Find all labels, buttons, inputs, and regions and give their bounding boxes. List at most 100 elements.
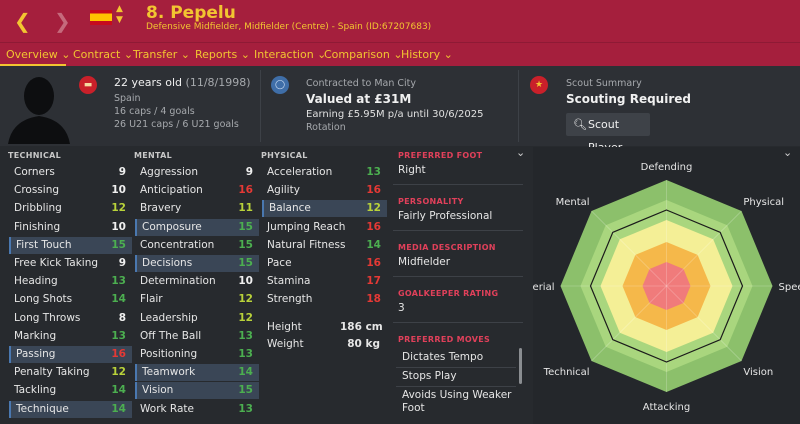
preferred-foot-label: PREFERRED FOOT bbox=[398, 151, 483, 160]
attribute-row-pace[interactable]: Pace 16 bbox=[262, 255, 387, 272]
attribute-row-dribbling[interactable]: Dribbling 12 bbox=[9, 200, 132, 217]
divider bbox=[393, 322, 523, 323]
contract-club[interactable]: Contracted to Man City bbox=[306, 78, 416, 89]
attribute-row-heading[interactable]: Heading 13 bbox=[9, 273, 132, 290]
attribute-value: 10 bbox=[238, 275, 253, 288]
media-description: Midfielder bbox=[398, 256, 451, 268]
prev-next-player-icon[interactable]: ▲ ▼ bbox=[116, 4, 123, 26]
search-icon: 🔍︎ bbox=[573, 118, 587, 131]
attribute-name: Flair bbox=[140, 293, 163, 306]
attribute-row-leadership[interactable]: Leadership 12 bbox=[135, 310, 259, 327]
player-nation[interactable]: Spain bbox=[114, 93, 141, 104]
attribute-row-jumping-reach[interactable]: Jumping Reach 16 bbox=[262, 219, 387, 236]
moves-scrollbar[interactable] bbox=[519, 348, 522, 384]
preferred-foot: Right bbox=[398, 164, 426, 176]
attribute-radar-panel: ⌄ DefendingPhysicalSpeedVisionAttackingT… bbox=[533, 146, 800, 424]
attribute-row-marking[interactable]: Marking 13 bbox=[9, 328, 132, 345]
attribute-value: 18 bbox=[366, 293, 381, 306]
tab-overview[interactable]: Overview ⌄ bbox=[6, 48, 71, 61]
attribute-name: Balance bbox=[269, 202, 311, 215]
attribute-row-positioning[interactable]: Positioning 13 bbox=[135, 346, 259, 363]
player-value: Valued at £31M bbox=[306, 92, 412, 106]
attribute-row-determination[interactable]: Determination 10 bbox=[135, 273, 259, 290]
attribute-name: Corners bbox=[14, 166, 55, 178]
divider bbox=[260, 70, 261, 142]
attribute-row-concentration[interactable]: Concentration 15 bbox=[135, 237, 259, 254]
attribute-row-work-rate[interactable]: Work Rate 13 bbox=[135, 401, 259, 418]
attribute-row-natural-fitness[interactable]: Natural Fitness 14 bbox=[262, 237, 387, 254]
attribute-name: Teamwork bbox=[142, 366, 196, 379]
mental-heading: MENTAL bbox=[134, 151, 173, 160]
attribute-name: Long Throws bbox=[14, 311, 81, 324]
attribute-name: Vision bbox=[142, 384, 174, 397]
attribute-row-first-touch[interactable]: First Touch 15 bbox=[9, 236, 132, 254]
attribute-value: 13 bbox=[366, 166, 381, 178]
attribute-row-agility[interactable]: Agility 16 bbox=[262, 182, 387, 199]
attribute-row-long-throws[interactable]: Long Throws 8 bbox=[9, 310, 132, 327]
attribute-row-finishing[interactable]: Finishing 10 bbox=[9, 219, 132, 236]
attribute-row-aggression[interactable]: Aggression 9 bbox=[135, 164, 259, 181]
attribute-row-technique[interactable]: Technique 14 bbox=[9, 400, 132, 418]
weight-label: Weight bbox=[267, 338, 304, 350]
attribute-row-tackling[interactable]: Tackling 14 bbox=[9, 382, 132, 399]
spain-flag-icon bbox=[90, 10, 112, 25]
club-crest-icon: ◯ bbox=[271, 76, 289, 94]
attribute-name: Aggression bbox=[140, 166, 198, 178]
attribute-value: 12 bbox=[111, 366, 126, 379]
attribute-row-decisions[interactable]: Decisions 15 bbox=[135, 255, 259, 272]
attribute-row-teamwork[interactable]: Teamwork 14 bbox=[135, 364, 259, 382]
attribute-row-crossing[interactable]: Crossing 10 bbox=[9, 182, 132, 199]
attribute-row-anticipation[interactable]: Anticipation 16 bbox=[135, 182, 259, 199]
attribute-name: First Touch bbox=[16, 238, 72, 251]
player-caps: 16 caps / 4 goals bbox=[114, 106, 195, 117]
attribute-row-composure[interactable]: Composure 15 bbox=[135, 218, 259, 236]
tab-comparison[interactable]: Comparison ⌄ bbox=[324, 48, 403, 61]
attribute-row-vision[interactable]: Vision 15 bbox=[135, 382, 259, 400]
chevron-down-icon[interactable]: ⌄ bbox=[516, 146, 525, 159]
attribute-row-free-kick-taking[interactable]: Free Kick Taking 9 bbox=[9, 255, 132, 272]
attribute-name: Heading bbox=[14, 275, 58, 288]
attribute-row-long-shots[interactable]: Long Shots 14 bbox=[9, 291, 132, 308]
personality-label: PERSONALITY bbox=[398, 197, 464, 206]
attribute-row-penalty-taking[interactable]: Penalty Taking 12 bbox=[9, 364, 132, 381]
attribute-name: Penalty Taking bbox=[14, 366, 90, 379]
attribute-row-off-the-ball[interactable]: Off The Ball 13 bbox=[135, 328, 259, 345]
tab-reports[interactable]: Reports ⌄ bbox=[195, 48, 250, 61]
attribute-row-flair[interactable]: Flair 12 bbox=[135, 291, 259, 308]
radar-axis-label-attacking: Attacking bbox=[643, 402, 690, 413]
nation-flag-icon: ▬ bbox=[79, 76, 97, 94]
attribute-value: 13 bbox=[238, 402, 253, 415]
tab-transfer[interactable]: Transfer ⌄ bbox=[133, 48, 190, 61]
tab-interaction[interactable]: Interaction ⌄ bbox=[254, 48, 326, 61]
height-value: 186 cm bbox=[340, 321, 383, 333]
attribute-value: 14 bbox=[111, 384, 126, 397]
chevron-left-icon[interactable]: ❮ bbox=[14, 9, 31, 33]
attribute-row-strength[interactable]: Strength 18 bbox=[262, 291, 387, 308]
attribute-row-bravery[interactable]: Bravery 11 bbox=[135, 200, 259, 217]
attribute-value: 12 bbox=[238, 311, 253, 324]
attribute-value: 16 bbox=[366, 220, 381, 233]
tab-history[interactable]: History ⌄ bbox=[401, 48, 453, 61]
attribute-value: 15 bbox=[111, 238, 126, 251]
attribute-value: 15 bbox=[238, 384, 253, 397]
attribute-row-acceleration[interactable]: Acceleration 13 bbox=[262, 164, 387, 181]
attribute-name: Technique bbox=[16, 402, 69, 415]
attribute-name: Natural Fitness bbox=[267, 238, 346, 251]
attribute-row-balance[interactable]: Balance 12 bbox=[262, 200, 387, 218]
attribute-name: Crossing bbox=[14, 184, 60, 197]
attribute-name: Stamina bbox=[267, 275, 311, 288]
chevron-right-icon[interactable]: ❯ bbox=[54, 9, 71, 33]
attribute-name: Off The Ball bbox=[140, 329, 202, 342]
player-age: 22 years old (11/8/1998) bbox=[114, 76, 251, 89]
player-wage: Earning £5.95M p/a until 30/6/2025 bbox=[306, 109, 484, 120]
divider bbox=[396, 386, 516, 387]
tab-contract[interactable]: Contract ⌄ bbox=[73, 48, 133, 61]
scout-player-button[interactable]: 🔍︎ Scout Player bbox=[566, 113, 650, 154]
attribute-value: 14 bbox=[366, 238, 381, 251]
attribute-value: 10 bbox=[111, 220, 126, 233]
divider bbox=[393, 184, 523, 185]
attribute-row-stamina[interactable]: Stamina 17 bbox=[262, 273, 387, 290]
attribute-row-passing[interactable]: Passing 16 bbox=[9, 346, 132, 363]
player-silhouette bbox=[8, 77, 70, 144]
attribute-row-corners[interactable]: Corners 9 bbox=[9, 164, 132, 181]
